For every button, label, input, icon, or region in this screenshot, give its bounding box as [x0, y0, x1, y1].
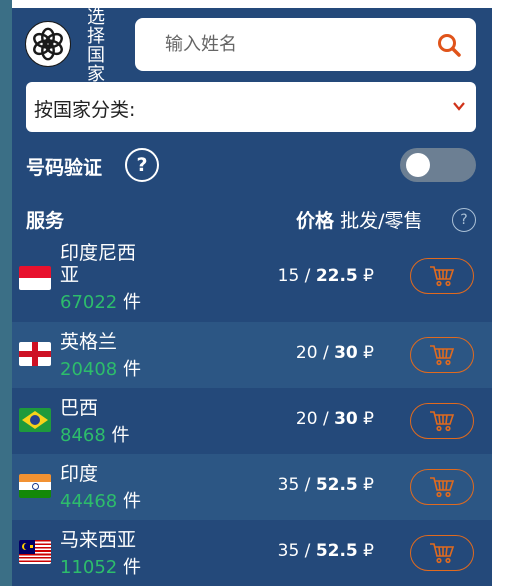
- category-select[interactable]: 按国家分类:: [26, 82, 476, 132]
- cart-icon: [430, 345, 455, 366]
- page-edge: [492, 0, 506, 586]
- select-country-label[interactable]: 选择国家: [86, 8, 106, 84]
- service-header: 服务: [26, 210, 65, 232]
- price-help-icon[interactable]: ?: [452, 208, 476, 232]
- buy-button[interactable]: [410, 469, 474, 505]
- country-name: 印度尼西亚: [60, 242, 137, 286]
- brazil-flag-icon: [19, 408, 51, 432]
- buy-button[interactable]: [410, 403, 474, 439]
- price: 35 / 52.5 ₽: [277, 541, 374, 561]
- toggle-knob: [406, 153, 430, 177]
- table-row: 印度 44468 件 35 / 52.5 ₽: [12, 454, 492, 520]
- country-name: 英格兰: [60, 331, 118, 353]
- top-edge: [0, 0, 506, 8]
- search-input[interactable]: [135, 18, 425, 71]
- background-edge: [0, 0, 12, 586]
- cart-icon: [430, 477, 455, 498]
- available-count: 11052 件: [60, 557, 141, 578]
- england-flag-icon: [19, 342, 51, 366]
- country-panel: 选择国家 按国家分类: 号码验证 ? 服务 价格 批发/零售 ? 印度尼西亚 6…: [12, 8, 492, 586]
- cart-icon: [430, 543, 455, 564]
- price: 35 / 52.5 ₽: [277, 475, 374, 495]
- india-flag-icon: [19, 474, 51, 498]
- buy-button[interactable]: [410, 337, 474, 373]
- available-count: 20408 件: [60, 359, 141, 380]
- country-name: 印度: [60, 463, 99, 485]
- verification-toggle[interactable]: [400, 148, 476, 182]
- table-row: 英格兰 20408 件 20 / 30 ₽: [12, 322, 492, 388]
- table-row: 印度尼西亚 67022 件 15 / 22.5 ₽: [12, 240, 492, 313]
- price-header-sub: 批发/零售: [340, 210, 423, 232]
- buy-button[interactable]: [410, 258, 474, 294]
- cart-icon: [430, 266, 455, 287]
- price-header: 价格 批发/零售: [296, 206, 422, 233]
- number-verification-label: 号码验证: [26, 157, 103, 179]
- available-count: 8468 件: [60, 425, 130, 446]
- cart-icon: [430, 411, 455, 432]
- indonesia-flag-icon: [19, 266, 51, 290]
- verification-help-icon[interactable]: ?: [125, 148, 159, 182]
- search-box: [135, 18, 476, 71]
- search-icon[interactable]: [436, 32, 462, 58]
- logo-icon: [25, 21, 71, 67]
- country-name: 马来西亚: [60, 529, 137, 551]
- chevron-down-icon: [453, 102, 465, 111]
- price-header-title: 价格: [296, 210, 335, 232]
- category-label: 按国家分类:: [34, 99, 136, 121]
- available-count: 67022 件: [60, 292, 141, 313]
- price: 15 / 22.5 ₽: [277, 266, 374, 286]
- price: 20 / 30 ₽: [295, 409, 374, 429]
- country-name: 巴西: [60, 397, 99, 419]
- buy-button[interactable]: [410, 535, 474, 571]
- table-row: 巴西 8468 件 20 / 30 ₽: [12, 388, 492, 454]
- table-row: 马来西亚 11052 件 35 / 52.5 ₽: [12, 520, 492, 586]
- price: 20 / 30 ₽: [295, 343, 374, 363]
- malaysia-flag-icon: [19, 540, 51, 564]
- available-count: 44468 件: [60, 491, 141, 512]
